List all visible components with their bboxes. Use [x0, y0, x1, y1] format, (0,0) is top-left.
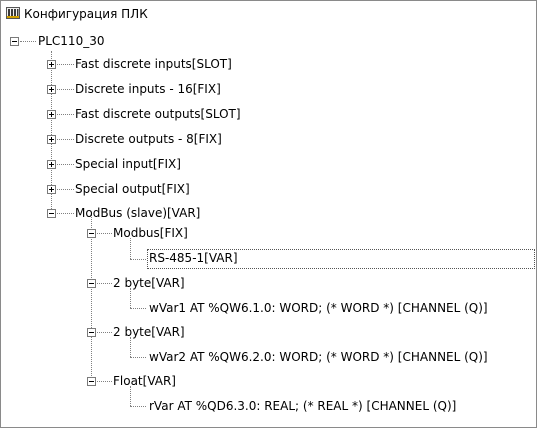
tree-connector: [97, 283, 112, 284]
tree-node-rs485-1[interactable]: RS-485-1[VAR]: [149, 248, 238, 268]
tree-node-plc110-30[interactable]: PLC110_30: [38, 31, 104, 51]
tree-node-modbus-fix[interactable]: Modbus[FIX]: [113, 223, 188, 243]
plc-configuration-window: Конфигурация ПЛК PLC110_30 Fast discrete…: [0, 0, 537, 428]
tree-node-wvar2[interactable]: wVar2 AT %QW6.2.0: WORD; (* WORD *) [CHA…: [149, 347, 488, 367]
tree-node-discrete-outputs[interactable]: Discrete outputs - 8[FIX]: [75, 129, 222, 149]
expand-icon[interactable]: [47, 60, 56, 69]
collapse-icon[interactable]: [87, 229, 96, 238]
tree-node-wvar1[interactable]: wVar1 AT %QW6.1.0: WORD; (* WORD *) [CHA…: [149, 298, 488, 318]
tree-node-discrete-inputs[interactable]: Discrete inputs - 16[FIX]: [75, 79, 221, 99]
tree-connector: [57, 114, 74, 115]
tree-connector: [97, 332, 112, 333]
expand-icon[interactable]: [47, 160, 56, 169]
tree-node-special-input[interactable]: Special input[FIX]: [75, 154, 181, 174]
tree-connector: [57, 139, 74, 140]
tree-node-rvar[interactable]: rVar AT %QD6.3.0: REAL; (* REAL *) [CHAN…: [149, 396, 456, 416]
tree-node-special-output[interactable]: Special output[FIX]: [75, 179, 190, 199]
expand-icon[interactable]: [47, 85, 56, 94]
expand-icon[interactable]: [47, 185, 56, 194]
tree-connector: [130, 406, 146, 407]
tree-connector: [97, 381, 112, 382]
tree-connector: [57, 213, 74, 214]
expand-icon[interactable]: [47, 135, 56, 144]
tree-connector: [20, 41, 36, 42]
tree-connector: [57, 189, 74, 190]
tree-connector: [57, 164, 74, 165]
collapse-icon[interactable]: [87, 279, 96, 288]
tree-node-modbus-slave[interactable]: ModBus (slave)[VAR]: [75, 203, 200, 223]
tree-node-float[interactable]: Float[VAR]: [113, 371, 176, 391]
collapse-icon[interactable]: [87, 377, 96, 386]
tree-connector: [130, 259, 146, 260]
collapse-icon[interactable]: [47, 209, 56, 218]
tree-connector: [91, 214, 92, 384]
tree-node-2-byte[interactable]: 2 byte[VAR]: [113, 322, 185, 342]
tree-connector: [130, 357, 146, 358]
config-tree[interactable]: PLC110_30 Fast discrete inputs[SLOT] Dis…: [1, 1, 536, 427]
tree-node-2-byte[interactable]: 2 byte[VAR]: [113, 273, 185, 293]
expand-icon[interactable]: [47, 110, 56, 119]
tree-connector: [97, 233, 112, 234]
collapse-icon[interactable]: [10, 37, 19, 46]
tree-connector: [57, 89, 74, 90]
tree-node-fast-discrete-outputs[interactable]: Fast discrete outputs[SLOT]: [75, 104, 241, 124]
tree-connector: [57, 64, 74, 65]
tree-node-fast-discrete-inputs[interactable]: Fast discrete inputs[SLOT]: [75, 54, 232, 74]
tree-connector: [130, 308, 146, 309]
collapse-icon[interactable]: [87, 328, 96, 337]
